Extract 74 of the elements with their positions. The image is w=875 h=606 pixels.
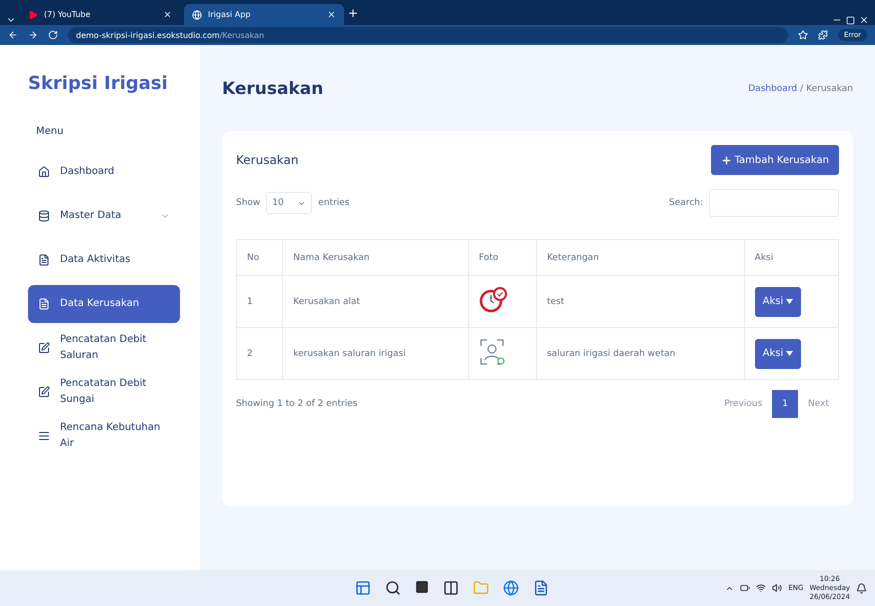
- show-label: Show: [236, 198, 260, 208]
- notification-icon[interactable]: [856, 582, 867, 594]
- table-cell: 2: [236, 328, 283, 380]
- bookmark-icon[interactable]: [798, 30, 808, 40]
- table-info: Showing 1 to 2 of 2 entries: [236, 399, 358, 409]
- network-icon: [756, 583, 766, 593]
- table-cell: test: [536, 276, 744, 328]
- face-scan-icon: [478, 338, 505, 366]
- sidebar-item[interactable]: Dashboard: [28, 153, 180, 191]
- browser-tab[interactable]: Irigasi App: [184, 4, 344, 25]
- table-cell: 1: [236, 276, 283, 328]
- sidebar-item[interactable]: Rencana Kebutuhan Air: [28, 417, 180, 455]
- home-icon: [38, 166, 50, 178]
- video-icon: [28, 10, 38, 20]
- entries-label: entries: [318, 198, 350, 208]
- task-view-icon[interactable]: [414, 580, 429, 594]
- page-button[interactable]: 1: [772, 390, 798, 418]
- sidebar-item[interactable]: Pencatatan Debit Saluran: [28, 329, 180, 367]
- card-title: Kerusakan: [236, 153, 298, 167]
- action-button[interactable]: Aksi: [754, 338, 802, 368]
- back-icon[interactable]: [8, 30, 18, 40]
- sidebar-item[interactable]: Master Data: [28, 197, 180, 235]
- clock-icon: [478, 286, 507, 314]
- breadcrumb-separator: /: [800, 84, 804, 94]
- close-icon[interactable]: [859, 15, 869, 25]
- caret-icon: [786, 299, 794, 304]
- sidebar-item[interactable]: Data Aktivitas: [28, 241, 180, 279]
- battery-icon: [740, 583, 750, 593]
- add-button[interactable]: Tambah Kerusakan: [710, 145, 839, 175]
- tab-title: Irigasi App: [208, 10, 250, 19]
- maximize-icon[interactable]: [846, 16, 855, 25]
- menu-label: Menu: [36, 126, 64, 137]
- volume-icon: [772, 583, 782, 593]
- document-app-icon[interactable]: [532, 580, 549, 596]
- search-label: Search:: [669, 198, 703, 208]
- extensions-icon[interactable]: [818, 30, 828, 40]
- breadcrumb-link[interactable]: Dashboard: [748, 84, 798, 94]
- action-button[interactable]: Aksi: [754, 286, 802, 316]
- database-icon: [38, 210, 50, 222]
- search-field[interactable]: [709, 189, 839, 217]
- page-title: Kerusakan: [222, 79, 324, 99]
- column-header: Foto: [468, 240, 536, 276]
- close-tab-icon[interactable]: [163, 10, 172, 19]
- globe-icon: [192, 10, 202, 20]
- column-header: No: [236, 240, 283, 276]
- lines-icon: [38, 430, 50, 442]
- document-icon: [38, 298, 50, 310]
- table-cell: saluran irigasi daerah wetan: [536, 328, 744, 380]
- document-icon: [38, 254, 50, 266]
- sidebar-item[interactable]: Pencatatan Debit Sungai: [28, 373, 180, 411]
- column-header: Aksi: [744, 240, 838, 276]
- edit-icon: [38, 386, 50, 398]
- close-tab-icon[interactable]: [327, 10, 336, 19]
- new-tab-button[interactable]: +: [348, 6, 358, 20]
- column-header: Keterangan: [536, 240, 744, 276]
- entries-select[interactable]: 10: [266, 192, 312, 214]
- caret-icon: [786, 351, 794, 356]
- reload-icon[interactable]: [48, 30, 58, 40]
- browser-tab[interactable]: (7) YouTube: [20, 4, 180, 25]
- search-icon[interactable]: [384, 580, 401, 596]
- plus-icon: [720, 154, 732, 166]
- address-field[interactable]: demo-skripsi-irigasi.esokstudio.com/Kerusakan: [68, 27, 788, 43]
- edit-icon: [38, 342, 50, 354]
- forward-icon[interactable]: [28, 30, 38, 40]
- browser-icon[interactable]: [502, 580, 519, 596]
- table-cell: kerusakan saluran irigasi: [282, 328, 468, 380]
- breadcrumb-current: Kerusakan: [806, 84, 853, 94]
- table-cell: Kerusakan alat: [282, 276, 468, 328]
- sidebar-item[interactable]: Data Kerusakan: [28, 285, 180, 323]
- tab-title: (7) YouTube: [44, 10, 90, 19]
- brand-title: Skripsi Irigasi: [28, 73, 169, 94]
- start-icon[interactable]: [354, 580, 371, 596]
- widgets-icon[interactable]: [442, 580, 459, 596]
- column-header: Nama Kerusakan: [282, 240, 468, 276]
